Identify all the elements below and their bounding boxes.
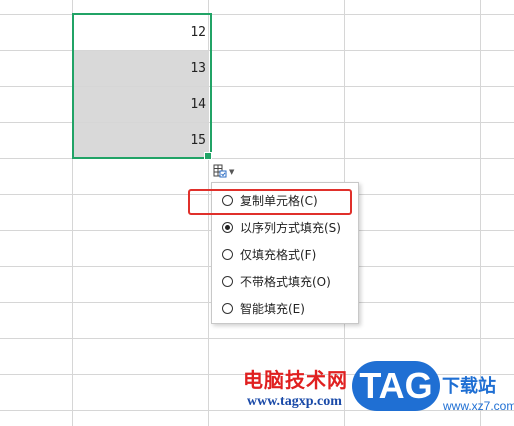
watermark-site-url: www.tagxp.com	[247, 394, 342, 409]
row-divider	[0, 410, 514, 411]
menu-item-flash-fill[interactable]: 智能填充(E)	[212, 295, 358, 321]
cell-value[interactable]: 13	[74, 51, 209, 86]
cell-value[interactable]: 15	[74, 123, 209, 158]
chevron-down-icon: ▼	[229, 168, 235, 176]
column-divider	[72, 0, 73, 426]
menu-item-fill-without-formatting[interactable]: 不带格式填充(O)	[212, 268, 358, 294]
annotation-highlight-box	[188, 189, 352, 215]
row-divider	[0, 158, 514, 159]
tag-logo: TAG	[352, 361, 440, 411]
column-divider	[480, 0, 481, 426]
logo-url: www.xz7.com	[443, 399, 514, 413]
menu-item-label: 不带格式填充(O)	[240, 274, 331, 289]
cell-value[interactable]: 12	[74, 15, 209, 50]
menu-item-label: 智能填充(E)	[240, 301, 305, 316]
menu-item-fill-formatting-only[interactable]: 仅填充格式(F)	[212, 241, 358, 267]
row-divider	[0, 338, 514, 339]
radio-button[interactable]	[222, 275, 233, 287]
autofill-options-icon	[213, 163, 227, 182]
cell-value[interactable]: 14	[74, 87, 209, 122]
fill-handle[interactable]	[204, 152, 212, 160]
logo-subtitle: 下载站	[442, 376, 496, 397]
watermark-site-name: 电脑技术网	[243, 368, 348, 392]
autofill-options-button[interactable]: ▼	[213, 163, 243, 181]
menu-item-label: 仅填充格式(F)	[240, 247, 317, 262]
radio-button[interactable]	[222, 302, 233, 314]
menu-item-label: 以序列方式填充(S)	[240, 220, 341, 235]
radio-button-selected[interactable]	[222, 221, 233, 233]
radio-button[interactable]	[222, 248, 233, 260]
menu-item-fill-series[interactable]: 以序列方式填充(S)	[212, 214, 358, 240]
